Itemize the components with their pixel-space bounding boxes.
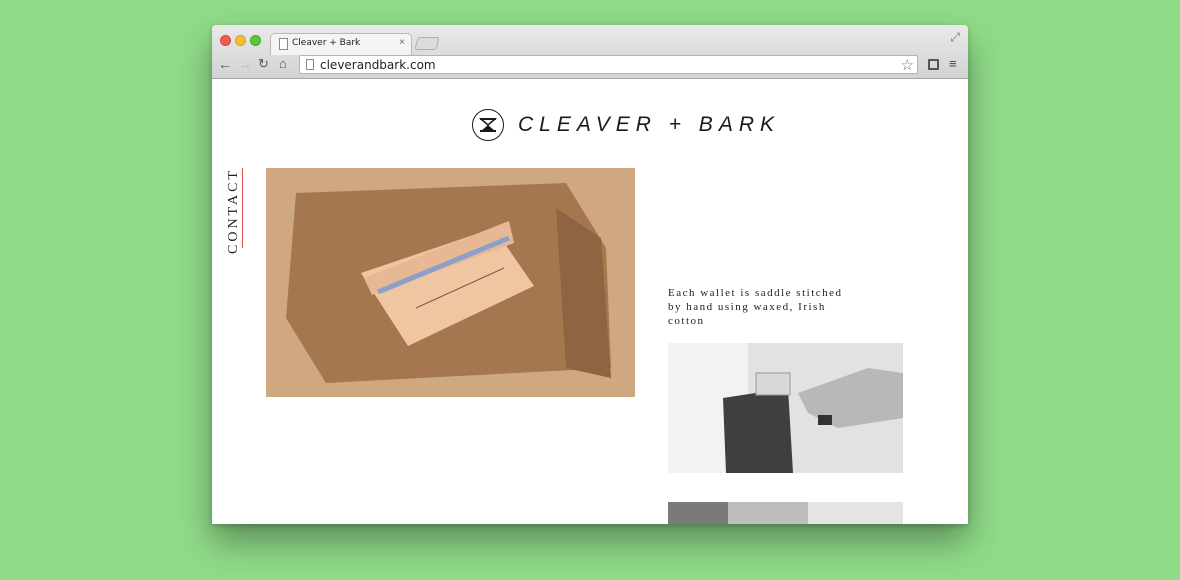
- star-icon[interactable]: ☆: [901, 56, 914, 74]
- page-content: CLEAVER + BARK CONTACT Each wallet is sa…: [212, 80, 968, 524]
- logo-text: CLEAVER + BARK: [518, 113, 780, 136]
- workshop-photo: [668, 502, 903, 524]
- page-icon: [279, 38, 288, 50]
- extension-icon[interactable]: [928, 59, 939, 70]
- home-button[interactable]: ⌂: [279, 56, 287, 72]
- browser-window: Cleaver + Bark × ⤢ ← → ↻ ⌂ cleverandbark…: [212, 25, 968, 524]
- back-button[interactable]: ←: [218, 56, 232, 72]
- contact-accent-line: [242, 168, 243, 248]
- url-text[interactable]: cleverandbark.com: [320, 58, 436, 72]
- window-maximize-button[interactable]: [250, 35, 261, 46]
- new-tab-button[interactable]: [414, 37, 440, 50]
- tab-title: Cleaver + Bark: [292, 38, 361, 48]
- forward-button[interactable]: →: [238, 56, 252, 72]
- hourglass-logo-icon: [472, 109, 504, 141]
- wallet-hero-image: [266, 168, 635, 397]
- window-minimize-button[interactable]: [235, 35, 246, 46]
- hamburger-menu-icon[interactable]: ≡: [949, 56, 957, 71]
- site-logo[interactable]: CLEAVER + BARK: [472, 107, 774, 143]
- reload-button[interactable]: ↻: [258, 56, 269, 72]
- contact-link[interactable]: CONTACT: [226, 168, 242, 254]
- wallet-in-pocket-photo: [668, 343, 903, 473]
- address-bar[interactable]: cleverandbark.com ☆: [299, 55, 918, 74]
- product-caption: Each wallet is saddle stitched by hand u…: [668, 287, 843, 327]
- window-close-button[interactable]: [220, 35, 231, 46]
- fullscreen-icon[interactable]: ⤢: [950, 30, 960, 45]
- browser-tab[interactable]: Cleaver + Bark ×: [270, 33, 412, 55]
- page-icon: [306, 59, 314, 70]
- tab-close-icon[interactable]: ×: [399, 37, 405, 48]
- browser-toolbar: Cleaver + Bark × ⤢ ← → ↻ ⌂ cleverandbark…: [212, 25, 968, 79]
